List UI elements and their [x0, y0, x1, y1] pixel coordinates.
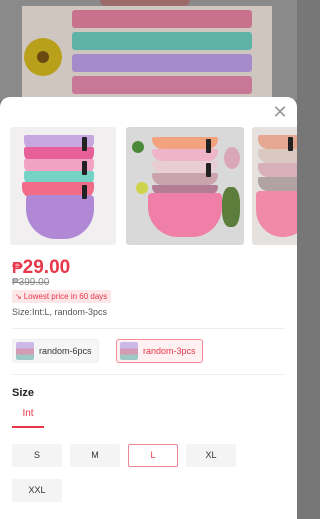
- variant-label: random-3pcs: [143, 346, 196, 356]
- product-item: [258, 177, 297, 191]
- backdrop-stripe: [72, 32, 252, 50]
- background-product-photo: [0, 0, 297, 100]
- product-tag: [82, 185, 87, 199]
- product-thumbnail[interactable]: [10, 127, 116, 245]
- backdrop-flower: [24, 38, 62, 76]
- decor-leaf: [132, 141, 144, 153]
- variant-selector-sheet: ✕ ₱29.00 ₱399.00 ↘ Lowest price in 60 da…: [0, 97, 297, 519]
- tab-int-size[interactable]: Int: [12, 408, 44, 426]
- backdrop-stripe: [72, 54, 252, 72]
- product-thumbnail[interactable]: [252, 127, 297, 245]
- product-tag: [206, 139, 211, 153]
- product-tag: [82, 137, 87, 151]
- product-item: [258, 163, 297, 177]
- variant-label: random-6pcs: [39, 346, 92, 356]
- product-price: ₱29.00: [12, 257, 70, 279]
- product-item: [258, 149, 297, 163]
- variant-option-random-6pcs[interactable]: random-6pcs: [12, 339, 99, 363]
- size-section-title: Size: [12, 387, 35, 399]
- variant-thumbnail: [16, 342, 34, 360]
- product-item: [148, 193, 222, 237]
- size-option-l[interactable]: L: [128, 444, 178, 467]
- close-icon[interactable]: ✕: [271, 103, 289, 121]
- product-tag: [288, 137, 293, 151]
- divider: [12, 328, 285, 329]
- variant-option-random-3pcs[interactable]: random-3pcs: [116, 339, 203, 363]
- size-option-s[interactable]: S: [12, 444, 62, 467]
- product-tag: [206, 163, 211, 177]
- active-tab-underline: [12, 426, 44, 428]
- backdrop-stripe: [72, 10, 252, 28]
- backdrop-top-element: [100, 0, 190, 6]
- price-value: 29.00: [22, 257, 71, 278]
- variant-thumbnail: [120, 342, 138, 360]
- backdrop-stripe: [72, 76, 252, 94]
- decor-plant: [222, 187, 240, 227]
- original-price: ₱399.00: [12, 277, 50, 288]
- divider: [12, 374, 285, 375]
- selected-variant-summary: Size:Int:L, random-3pcs: [12, 307, 108, 317]
- decor-ball: [136, 182, 148, 194]
- size-option-xl[interactable]: XL: [186, 444, 236, 467]
- lowest-price-badge: ↘ Lowest price in 60 days: [12, 290, 112, 303]
- size-option-m[interactable]: M: [70, 444, 120, 467]
- product-thumbnail[interactable]: [126, 127, 244, 245]
- decor-flower: [224, 147, 240, 169]
- currency-symbol: ₱: [12, 260, 23, 277]
- product-image-gallery[interactable]: [10, 127, 297, 245]
- size-option-xxl[interactable]: XXL: [12, 479, 62, 502]
- trend-down-icon: ↘: [15, 292, 22, 301]
- product-item: [256, 191, 297, 237]
- product-tag: [82, 161, 87, 175]
- product-item: [26, 195, 94, 239]
- lowest-price-text: Lowest price in 60 days: [23, 292, 108, 301]
